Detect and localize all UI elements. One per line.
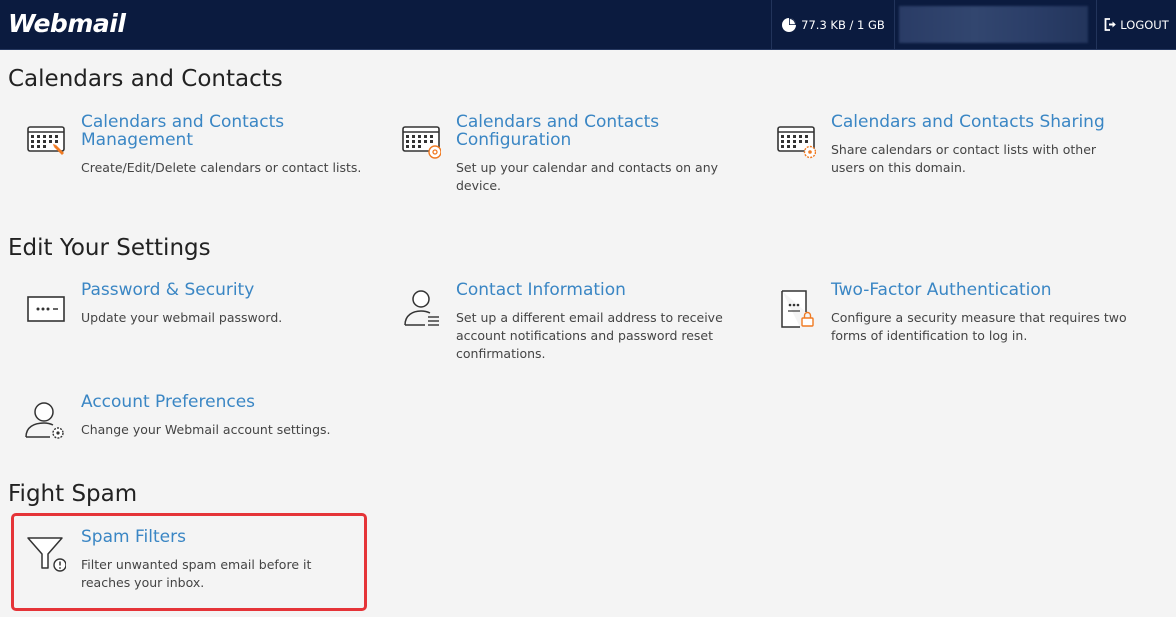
contact-information-link[interactable]: Contact Information: [456, 281, 746, 299]
logout-icon: [1104, 18, 1117, 31]
calendars-sharing-desc: Share calendars or contact lists with ot…: [831, 142, 1097, 175]
filter-icon: [27, 537, 66, 572]
user-account-menu[interactable]: [899, 6, 1088, 43]
calendars-management-desc: Create/Edit/Delete calendars or contact …: [81, 160, 362, 175]
user-settings-icon: [25, 402, 64, 439]
account-preferences-desc: Change your Webmail account settings.: [81, 422, 331, 437]
calendars-sharing-link[interactable]: Calendars and Contacts Sharing: [831, 113, 1121, 131]
quota-text: 77.3 KB / 1 GB: [801, 17, 885, 32]
section-title-calendars: Calendars and Contacts: [8, 66, 283, 92]
contact-information-desc: Set up a different email address to rece…: [456, 310, 723, 361]
calendar-share-icon: [777, 126, 816, 159]
logout-button[interactable]: LOGOUT: [1096, 0, 1176, 49]
account-preferences-link[interactable]: Account Preferences: [81, 393, 371, 411]
top-bar: Webmail 77.3 KB / 1 GB LOGOUT: [0, 0, 1176, 50]
pie-chart-icon: [782, 17, 797, 32]
password-security-link[interactable]: Password & Security: [81, 281, 371, 299]
section-title-spam: Fight Spam: [8, 481, 138, 507]
calendar-edit-icon: [27, 126, 65, 155]
password-field-icon: [27, 296, 65, 322]
user-contact-icon: [404, 290, 439, 326]
spam-filters-desc: Filter unwanted spam email before it rea…: [81, 557, 312, 590]
section-title-settings: Edit Your Settings: [8, 235, 211, 261]
two-factor-lock-icon: [781, 290, 814, 328]
calendars-management-link[interactable]: Calendars and Contacts Management: [81, 113, 371, 149]
webmail-logo[interactable]: Webmail: [8, 9, 126, 38]
two-factor-link[interactable]: Two-Factor Authentication: [831, 281, 1121, 299]
spam-filters-link[interactable]: Spam Filters: [81, 528, 371, 546]
calendars-configuration-desc: Set up your calendar and contacts on any…: [456, 160, 719, 193]
two-factor-desc: Configure a security measure that requir…: [831, 310, 1127, 343]
disk-quota: 77.3 KB / 1 GB: [771, 0, 895, 49]
calendar-at-icon: [402, 126, 441, 159]
calendars-configuration-link[interactable]: Calendars and Contacts Configuration: [456, 113, 746, 149]
logout-label: LOGOUT: [1120, 17, 1169, 32]
password-security-desc: Update your webmail password.: [81, 310, 283, 325]
